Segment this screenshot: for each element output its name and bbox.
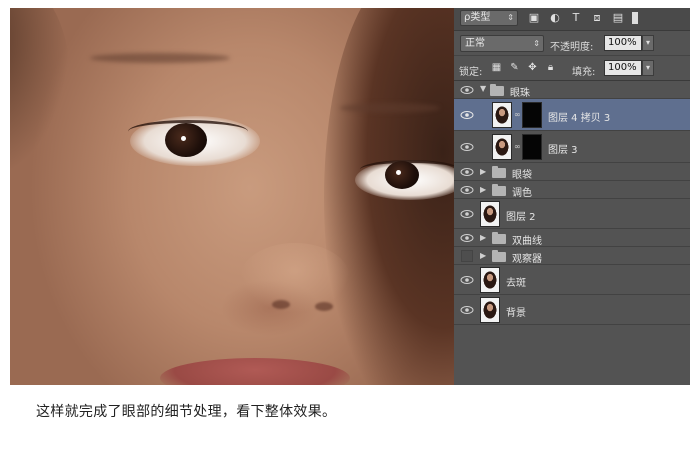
folder-icon: [492, 250, 506, 262]
layer-row[interactable]: ∞ 图层 3: [454, 131, 690, 163]
fill-field[interactable]: 100%: [604, 60, 642, 76]
layers-toolbar: ρ类型 ⇕ ▣ ◐ T ⧈ ▤: [454, 8, 690, 31]
layers-panel: ρ类型 ⇕ ▣ ◐ T ⧈ ▤ 正常 ⇕ 不透明度: 100% ▾ 锁定: ▦ ✎ …: [454, 8, 690, 385]
visibility-eye-icon[interactable]: [460, 85, 474, 95]
chain-link-icon[interactable]: ∞: [514, 142, 521, 152]
folder-icon: [492, 232, 506, 244]
fill-dropdown[interactable]: ▾: [642, 60, 654, 76]
visibility-eye-icon[interactable]: [460, 110, 474, 120]
smart-object-icon[interactable]: ▤: [612, 12, 624, 24]
lock-label: 锁定:: [459, 67, 483, 78]
layer-row[interactable]: ▶ 观察器: [454, 247, 690, 265]
opacity-field[interactable]: 100%: [604, 35, 642, 51]
layer-row[interactable]: ▶ 调色: [454, 181, 690, 199]
blend-opacity-row: 正常 ⇕ 不透明度: 100% ▾: [454, 31, 690, 56]
lock-transparent-icon[interactable]: ▦: [491, 62, 502, 73]
layer-thumbnail: [480, 297, 500, 323]
visibility-eye-icon[interactable]: [460, 233, 474, 243]
fill-label: 填充:: [572, 67, 596, 78]
layer-row-selected[interactable]: ∞ 图层 4 拷贝 3: [454, 99, 690, 131]
layer-row[interactable]: 去斑: [454, 265, 690, 295]
visibility-eye-icon[interactable]: [460, 167, 474, 177]
lock-paint-icon[interactable]: ✎: [509, 62, 520, 73]
expand-triangle-icon[interactable]: ▶: [480, 251, 486, 260]
portrait-canvas: [10, 8, 454, 385]
visibility-eye-icon[interactable]: [460, 275, 474, 285]
visibility-eye-icon[interactable]: [460, 142, 474, 152]
visibility-off-box[interactable]: [461, 250, 473, 262]
lock-all-icon[interactable]: 🔒︎: [545, 62, 556, 73]
opacity-dropdown[interactable]: ▾: [642, 35, 654, 51]
opacity-label: 不透明度:: [550, 42, 594, 53]
filter-toggle-icon[interactable]: [632, 12, 638, 24]
screenshot: ρ类型 ⇕ ▣ ◐ T ⧈ ▤ 正常 ⇕ 不透明度: 100% ▾ 锁定: ▦ ✎ …: [10, 8, 690, 385]
folder-icon: [492, 166, 506, 178]
folder-icon: [492, 184, 506, 196]
layer-thumbnail: [492, 134, 512, 160]
layer-row[interactable]: ▶ 眼袋: [454, 163, 690, 181]
chain-link-icon[interactable]: ∞: [514, 110, 521, 120]
expand-triangle-icon[interactable]: ▶: [480, 185, 486, 194]
layer-mask-thumbnail[interactable]: [522, 102, 542, 128]
folder-icon: [490, 84, 504, 96]
layer-thumbnail: [492, 102, 512, 128]
layer-filter-select[interactable]: ρ类型 ⇕: [460, 10, 518, 26]
blend-mode-select[interactable]: 正常 ⇕: [460, 35, 544, 52]
visibility-eye-icon[interactable]: [460, 209, 474, 219]
visibility-eye-icon[interactable]: [460, 185, 474, 195]
layer-row[interactable]: 图层 2: [454, 199, 690, 229]
expand-triangle-open-icon[interactable]: ▼: [480, 84, 486, 93]
visibility-eye-icon[interactable]: [460, 305, 474, 315]
layer-row[interactable]: 背景: [454, 295, 690, 325]
expand-triangle-icon[interactable]: ▶: [480, 167, 486, 176]
layer-thumbnail: [480, 267, 500, 293]
lock-move-icon[interactable]: ✥: [527, 62, 538, 73]
text-icon[interactable]: T: [570, 12, 582, 24]
layer-thumbnail: [480, 201, 500, 227]
article-caption: 这样就完成了眼部的细节处理，看下整体效果。: [36, 404, 337, 420]
lock-fill-row: 锁定: ▦ ✎ ✥ 🔒︎ 填充: 100% ▾: [454, 56, 690, 81]
layer-row[interactable]: ▼ 眼珠: [454, 81, 690, 99]
expand-triangle-icon[interactable]: ▶: [480, 233, 486, 242]
layer-mask-thumbnail[interactable]: [522, 134, 542, 160]
transform-icon[interactable]: ⧈: [591, 12, 603, 24]
layer-row[interactable]: ▶ 双曲线: [454, 229, 690, 247]
image-icon[interactable]: ▣: [528, 12, 540, 24]
circle-half-icon[interactable]: ◐: [549, 12, 561, 24]
